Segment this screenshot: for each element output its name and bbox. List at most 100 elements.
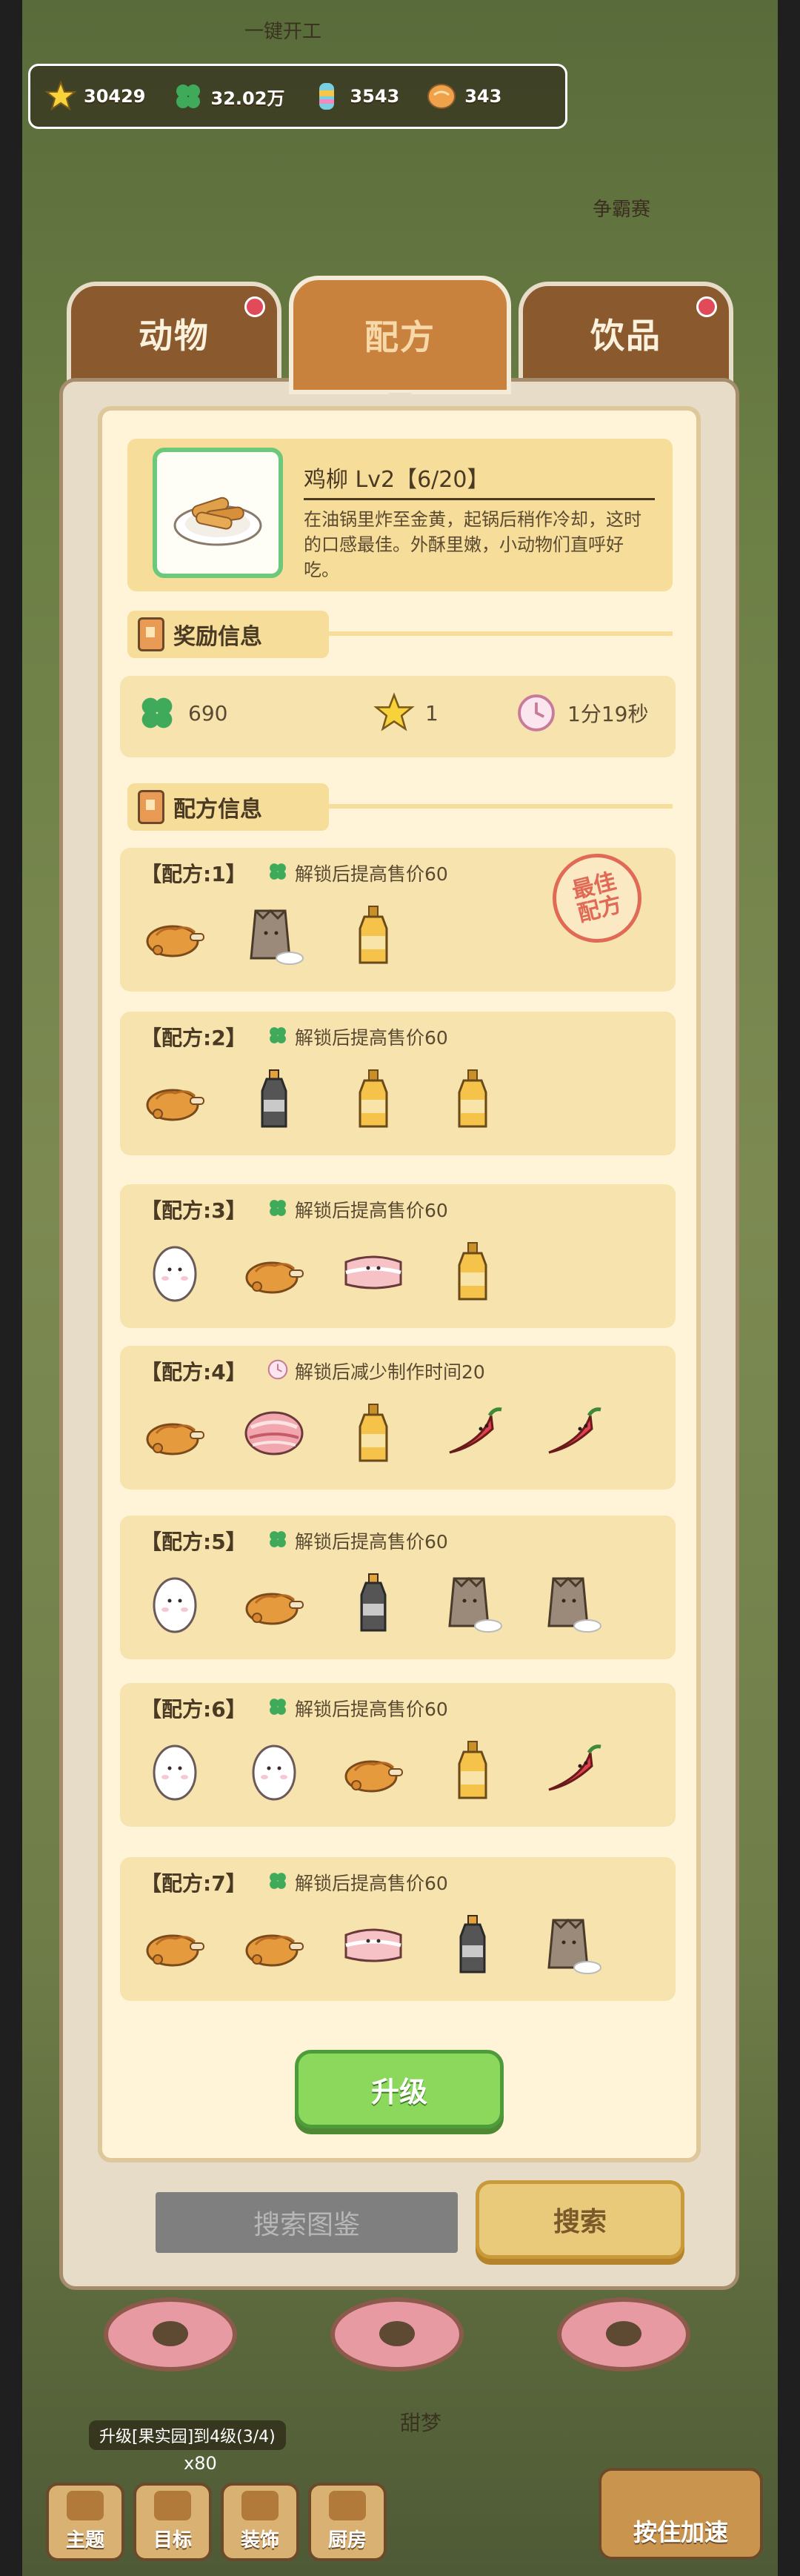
theme-icon: [67, 2491, 104, 2520]
ingredient-list: [141, 1396, 637, 1470]
oil-bottle-icon: [439, 1062, 507, 1136]
right-letterbox: [778, 0, 800, 2576]
search-input[interactable]: 搜索图鉴: [156, 2192, 458, 2253]
roast-chicken-icon: [141, 1396, 209, 1470]
upgrade-task-info[interactable]: 升级[果实园]到4级(3/4): [89, 2420, 286, 2450]
recipe-card[interactable]: 【配方:6】 解锁后提高售价60: [120, 1683, 676, 1827]
nav-kitchen-button[interactable]: 厨房: [308, 2483, 387, 2561]
oil-bottle-icon: [439, 1733, 507, 1807]
tournament-label[interactable]: 争霸赛: [593, 194, 650, 222]
clover-icon: [267, 1528, 289, 1553]
recipe-unlock-condition: 解锁后提高售价60: [267, 1196, 448, 1223]
notification-dot: [244, 296, 265, 317]
flour-bag-icon: [439, 1566, 507, 1640]
egg-icon: [240, 1733, 308, 1807]
recipe-unlock-condition: 解锁后提高售价60: [267, 860, 448, 886]
nav-theme-button[interactable]: 主题: [46, 2483, 124, 2561]
currency-star: 30429: [44, 79, 146, 113]
pork-belly-icon: [339, 1235, 407, 1309]
tab-recipes[interactable]: 配方: [289, 276, 511, 408]
kitchen-icon: [329, 2491, 366, 2520]
star-icon: [44, 79, 78, 113]
recipe-label: 【配方:1】: [141, 862, 247, 886]
tab-label: 动物: [139, 316, 210, 356]
notification-dot: [696, 296, 717, 317]
dream-label: 甜梦: [400, 2411, 442, 2435]
candy-icon: [310, 79, 344, 113]
recipe-card[interactable]: 【配方:7】 解锁后提高售价60: [120, 1857, 676, 2001]
clover-icon: [267, 1024, 289, 1049]
recipe-card[interactable]: 【配方:2】 解锁后提高售价60: [120, 1012, 676, 1155]
recipe-unlock-condition: 解锁后提高售价60: [267, 1023, 448, 1050]
tab-drinks[interactable]: 饮品: [519, 282, 733, 385]
title-underline: [304, 498, 655, 500]
recipe-label: 【配方:3】: [141, 1198, 247, 1223]
bacon-icon: [240, 1396, 308, 1470]
clover-icon: [267, 860, 289, 886]
egg-icon: [141, 1566, 209, 1640]
pork-belly-icon: [339, 1908, 407, 1982]
recipe-card[interactable]: 【配方:4】 解锁后减少制作时间20: [120, 1346, 676, 1490]
book-icon: [138, 617, 164, 651]
recipe-unlock-condition: 解锁后提高售价60: [267, 1527, 448, 1554]
recipe-unlock-condition: 解锁后提高售价60: [267, 1695, 448, 1722]
coin-icon: [424, 79, 459, 113]
top-partial-label: 一键开工: [244, 21, 322, 43]
donut-decoration: [104, 2297, 237, 2371]
active-tab-pointer: [388, 393, 412, 408]
soy-sauce-icon: [240, 1062, 308, 1136]
chicken-strips-icon: [153, 448, 283, 578]
recipe-card[interactable]: 【配方:3】 解锁后提高售价60: [120, 1184, 676, 1328]
roast-chicken-icon: [240, 1235, 308, 1309]
roast-chicken-icon: [240, 1908, 308, 1982]
book-icon: [138, 790, 164, 824]
chili-icon: [439, 1396, 507, 1470]
clover-icon: [267, 1197, 289, 1222]
nav-goal-button[interactable]: 目标: [133, 2483, 212, 2561]
recipe-unlock-condition: 解锁后提高售价60: [267, 1869, 448, 1896]
recipe-label: 【配方:5】: [141, 1530, 247, 1554]
flour-bag-icon: [240, 898, 308, 972]
chili-icon: [538, 1396, 606, 1470]
recipe-section-header: 配方信息: [127, 783, 673, 831]
ingredient-list: [141, 1908, 637, 1982]
soy-sauce-icon: [339, 1566, 407, 1640]
chili-icon: [538, 1733, 606, 1807]
search-button[interactable]: 搜索: [476, 2180, 684, 2259]
decoration-icon: [241, 2491, 279, 2520]
oil-bottle-icon: [339, 1062, 407, 1136]
donut-decoration: [330, 2297, 464, 2371]
ingredient-list: [141, 898, 439, 972]
clover-icon: [141, 697, 173, 728]
flour-bag-icon: [538, 1566, 606, 1640]
soy-sauce-icon: [439, 1908, 507, 1982]
recipe-card[interactable]: 【配方:5】 解锁后提高售价60: [120, 1516, 676, 1659]
tab-animals[interactable]: 动物: [67, 282, 281, 385]
oil-bottle-icon: [339, 1396, 407, 1470]
hold-to-speed-button[interactable]: 按住加速: [599, 2468, 763, 2560]
tab-label: 饮品: [590, 316, 661, 356]
ingredient-list: [141, 1566, 637, 1640]
item-description: 在油锅里炸至金黄，起锅后稍作冷却，这时的口感最佳。外酥里嫩，小动物们直呼好吃。: [304, 509, 641, 580]
reward-time: 1分19秒: [516, 692, 648, 734]
ingredient-list: [141, 1062, 538, 1136]
roast-chicken-icon: [141, 1062, 209, 1136]
recipe-unlock-condition: 解锁后减少制作时间20: [267, 1358, 485, 1384]
recipe-card[interactable]: 【配方:1】 解锁后提高售价60 最佳配方: [120, 844, 676, 992]
tab-label: 配方: [364, 317, 436, 357]
upgrade-button[interactable]: 升级: [295, 2050, 504, 2128]
speed-multiplier: x80: [184, 2453, 217, 2474]
ingredient-list: [141, 1235, 538, 1309]
nav-decoration-button[interactable]: 装饰: [221, 2483, 299, 2561]
roast-chicken-icon: [141, 1908, 209, 1982]
currency-clover: 32.02万: [171, 79, 284, 113]
donut-decoration: [557, 2297, 690, 2371]
reward-section-header: 奖励信息: [127, 611, 673, 658]
left-letterbox: [0, 0, 22, 2576]
recipe-label: 【配方:6】: [141, 1697, 247, 1722]
oil-bottle-icon: [339, 898, 407, 972]
item-title: 鸡柳 Lv2【6/20】: [304, 467, 490, 493]
clover-icon: [267, 1870, 289, 1895]
ingredient-list: [141, 1733, 637, 1807]
recipe-label: 【配方:7】: [141, 1871, 247, 1896]
